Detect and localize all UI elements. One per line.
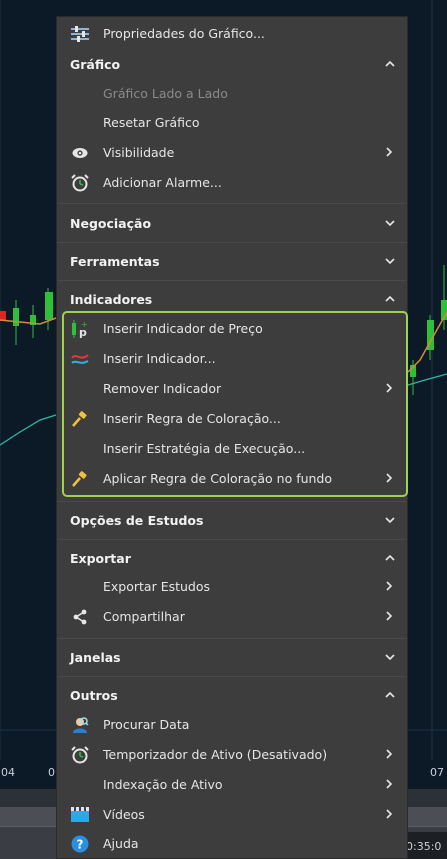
chevron-right-icon [386, 473, 393, 483]
menu-separator [57, 638, 407, 639]
video-icon [70, 805, 90, 825]
menu-item-label: Inserir Regra de Coloração... [103, 411, 281, 426]
indicator-icon [70, 349, 90, 369]
section-title: Janelas [70, 649, 121, 665]
menu-item-label: Ajuda [103, 836, 139, 851]
menu-item-label: Visibilidade [103, 145, 175, 160]
menu-item-label: Procurar Data [103, 717, 190, 732]
chevron-up-icon [385, 554, 395, 561]
section-header-negociacao[interactable]: Negociação [57, 208, 407, 238]
x-axis-label-right: 07 [430, 766, 444, 779]
section-title: Exportar [70, 550, 131, 566]
menu-item-label: Vídeos [103, 807, 145, 822]
menu-separator [57, 242, 407, 243]
context-menu: Propriedades do Gráfico... Gráfico Gráfi… [56, 16, 408, 859]
section-header-outros[interactable]: Outros [57, 680, 407, 710]
menu-item-label: Indexação de Ativo [103, 777, 223, 792]
menu-item-inserir-indicador-preco[interactable]: p + Inserir Indicador de Preço [57, 314, 407, 343]
svg-text:+: + [81, 320, 88, 329]
chevron-up-icon [385, 60, 395, 67]
x-axis-label-mid: 0 [48, 766, 55, 779]
chevron-down-icon [385, 220, 395, 227]
section-title: Outros [70, 687, 118, 703]
svg-text:?: ? [77, 838, 84, 852]
menu-separator [57, 539, 407, 540]
section-title: Opções de Estudos [70, 512, 204, 528]
section-title: Gráfico [70, 56, 121, 72]
section-header-opcoes-estudos[interactable]: Opções de Estudos [57, 505, 407, 535]
menu-item-inserir-estrategia-execucao[interactable]: Inserir Estratégia de Execução... [57, 434, 407, 463]
menu-item-label: Propriedades do Gráfico... [103, 26, 265, 41]
chevron-down-icon [385, 654, 395, 661]
menu-item-label: Remover Indicador [103, 381, 222, 396]
chevron-right-icon [386, 383, 393, 393]
menu-separator [57, 203, 407, 204]
menu-separator [57, 280, 407, 281]
section-header-janelas[interactable]: Janelas [57, 642, 407, 672]
chevron-right-icon [386, 779, 393, 789]
paint-brush-icon [70, 409, 90, 429]
menu-item-ajuda[interactable]: ? Ajuda [57, 829, 407, 858]
menu-item-label: Resetar Gráfico [103, 115, 200, 130]
menu-item-label: Aplicar Regra de Coloração no fundo [103, 471, 333, 486]
chevron-up-icon [385, 691, 395, 698]
menu-item-label: Inserir Estratégia de Execução... [103, 441, 306, 456]
menu-item-aplicar-regra-fundo[interactable]: Aplicar Regra de Coloração no fundo [57, 464, 407, 493]
menu-item-label: Inserir Indicador de Preço [103, 321, 263, 336]
section-header-ferramentas[interactable]: Ferramentas [57, 246, 407, 276]
menu-item-procurar-data[interactable]: Procurar Data [57, 710, 407, 739]
chevron-up-icon [385, 295, 395, 302]
menu-item-temporizador-ativo[interactable]: Temporizador de Ativo (Desativado) [57, 740, 407, 769]
section-header-exportar[interactable]: Exportar [57, 543, 407, 573]
chevron-right-icon [386, 611, 393, 621]
menu-item-label: Compartilhar [103, 609, 185, 624]
section-header-grafico[interactable]: Gráfico [57, 49, 407, 79]
menu-item-label: Exportar Estudos [103, 579, 211, 594]
section-title: Negociação [70, 215, 152, 231]
chevron-right-icon [386, 147, 393, 157]
chevron-right-icon [386, 581, 393, 591]
menu-item-videos[interactable]: Vídeos [57, 800, 407, 829]
menu-item-label: Inserir Indicador... [103, 351, 216, 366]
search-user-icon [70, 715, 90, 735]
section-title: Indicadores [70, 291, 153, 307]
menu-item-inserir-indicador[interactable]: Inserir Indicador... [57, 344, 407, 373]
menu-item-label: Adicionar Alarme... [103, 175, 222, 190]
alarm-clock-icon [70, 745, 90, 765]
menu-item-compartilhar[interactable]: Compartilhar [57, 602, 407, 631]
chevron-right-icon [386, 749, 393, 759]
paint-brush-icon [70, 469, 90, 489]
menu-separator [57, 676, 407, 677]
menu-item-visibilidade[interactable]: Visibilidade [57, 138, 407, 167]
menu-item-grafico-lado-a-lado: Gráfico Lado a Lado [57, 79, 407, 108]
eye-icon [70, 143, 90, 163]
menu-item-label: Temporizador de Ativo (Desativado) [103, 747, 328, 762]
time-readout: 0:35:0 [406, 840, 442, 853]
section-header-indicadores[interactable]: Indicadores [57, 284, 407, 314]
alarm-clock-icon [70, 173, 90, 193]
help-icon: ? [70, 834, 90, 854]
menu-item-inserir-regra-coloracao[interactable]: Inserir Regra de Coloração... [57, 404, 407, 433]
section-title: Ferramentas [70, 253, 160, 269]
share-icon [70, 607, 90, 627]
chevron-down-icon [385, 517, 395, 524]
menu-separator [57, 501, 407, 502]
x-axis-label-left: 04 [1, 766, 15, 779]
menu-item-label: Gráfico Lado a Lado [103, 86, 228, 101]
price-indicator-icon: p + [70, 319, 90, 339]
menu-item-indexacao-ativo[interactable]: Indexação de Ativo [57, 770, 407, 799]
chevron-right-icon [386, 809, 393, 819]
menu-item-exportar-estudos[interactable]: Exportar Estudos [57, 572, 407, 601]
menu-item-remover-indicador[interactable]: Remover Indicador [57, 374, 407, 403]
menu-item-adicionar-alarme[interactable]: Adicionar Alarme... [57, 168, 407, 197]
chart-properties-icon [70, 24, 90, 44]
chevron-down-icon [385, 258, 395, 265]
menu-item-chart-properties[interactable]: Propriedades do Gráfico... [57, 19, 407, 48]
menu-item-resetar-grafico[interactable]: Resetar Gráfico [57, 108, 407, 137]
